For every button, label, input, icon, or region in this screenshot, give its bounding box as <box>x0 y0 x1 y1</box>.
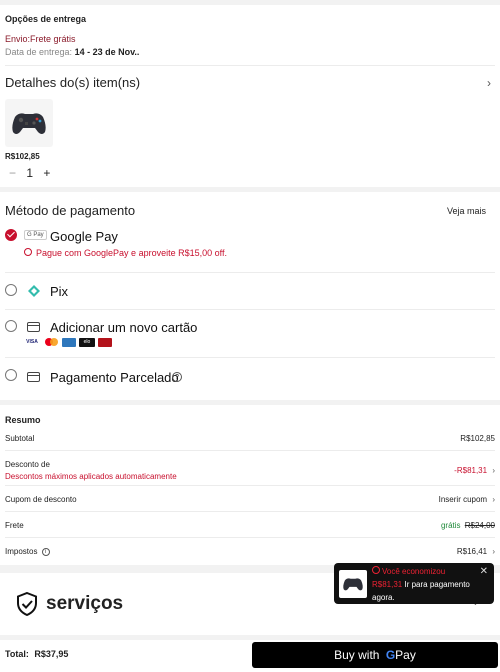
subtotal-label: Subtotal <box>5 434 35 443</box>
delivery-date-value: 14 - 23 de Nov.. <box>74 47 140 57</box>
decrease-button[interactable]: − <box>9 166 16 180</box>
delivery-title: Opções de entrega <box>5 14 87 24</box>
payment-title: Método de pagamento <box>5 203 136 218</box>
toast-title-text: Você economizou <box>382 567 446 576</box>
taxes-value: R$16,41 <box>456 547 488 556</box>
gamepad-icon <box>343 578 363 591</box>
coupon-label: Cupom de desconto <box>5 495 77 504</box>
chevron-right-icon: › <box>492 495 495 504</box>
buy-brand: Pay <box>395 648 416 662</box>
coupon-row[interactable]: Cupom de desconto Inserir cupom › <box>5 495 495 504</box>
total: Total: R$37,95 <box>5 649 68 659</box>
delivery-date: Data de entrega: 14 - 23 de Nov.. <box>5 47 139 57</box>
subtotal-row: Subtotal R$102,85 <box>5 434 495 443</box>
toast-message-text: Ir para pagamento <box>404 580 470 589</box>
credit-card-icon <box>27 372 40 382</box>
toast-amount: R$81,31 <box>372 580 403 589</box>
visa-icon: VISA <box>26 339 38 345</box>
shipping-row: Frete grátis R$24,00 <box>5 521 495 530</box>
services-title: serviços <box>46 593 124 614</box>
product-thumbnail <box>339 570 367 598</box>
shield-icon <box>16 591 38 621</box>
total-value: R$37,95 <box>34 649 69 659</box>
shipping-label: Frete <box>5 521 24 530</box>
discount-row[interactable]: Desconto de Descontos máximos aplicados … <box>5 460 495 481</box>
footer-bar: Total: R$37,95 Buy with GPay <box>0 640 500 672</box>
coupon-value: Inserir cupom <box>438 495 488 504</box>
buy-label: Buy with <box>334 648 380 662</box>
item-price: R$102,85 <box>5 152 40 161</box>
savings-toast[interactable]: Você economizou R$81,31 Ir para pagament… <box>334 563 494 604</box>
toast-message: R$81,31 Ir para pagamento agora. <box>372 578 484 604</box>
promo-info: Pague com GooglePay e aproveite R$15,00 … <box>24 248 227 258</box>
card-brands: VISA elo <box>24 338 112 347</box>
toast-message-line2: agora. <box>372 593 395 602</box>
payment-card: Método de pagamento Veja mais G Pay Goog… <box>0 192 500 400</box>
subtotal-value: R$102,85 <box>460 434 495 443</box>
quantity-value: 1 <box>26 166 34 180</box>
items-title: Detalhes do(s) item(ns) <box>5 75 141 90</box>
google-g-icon: G <box>385 648 396 662</box>
discount-value: -R$81,31 <box>454 466 488 475</box>
shipping-old-price: R$24,00 <box>464 521 495 530</box>
installments-label[interactable]: Pagamento Parcelado <box>50 370 179 385</box>
chevron-right-icon: › <box>492 466 495 475</box>
chevron-right-icon[interactable]: › <box>487 76 491 90</box>
pix-radio[interactable] <box>5 284 17 296</box>
new-card-radio[interactable] <box>5 320 17 332</box>
credit-card-icon <box>27 322 40 332</box>
pix-label[interactable]: Pix <box>50 284 68 299</box>
shipping-info: Envio:Frete grátis <box>5 34 76 44</box>
items-card: Detalhes do(s) item(ns) › R$102,85 − 1 + <box>0 67 500 187</box>
delivery-date-label: Data de entrega: <box>5 47 73 57</box>
pix-icon <box>28 284 40 302</box>
summary-card: Resumo Subtotal R$102,85 Desconto de Des… <box>0 405 500 565</box>
chevron-right-icon: › <box>492 547 495 556</box>
increase-button[interactable]: + <box>43 166 50 180</box>
googlepay-promo: Pague com GooglePay e aproveite R$15,00 … <box>36 248 227 258</box>
taxes-label: Impostos <box>5 547 38 556</box>
hipercard-icon <box>98 338 112 347</box>
info-icon[interactable]: i <box>41 547 50 556</box>
new-card-label[interactable]: Adicionar um novo cartão <box>50 320 197 335</box>
alert-icon <box>372 566 380 574</box>
product-image[interactable] <box>5 99 53 147</box>
discount-sub: Descontos máximos aplicados automaticame… <box>5 472 177 481</box>
googlepay-label[interactable]: Google Pay <box>50 229 118 244</box>
help-icon[interactable]: ? <box>172 372 182 382</box>
toast-title: Você economizou <box>372 566 445 576</box>
googlepay-radio[interactable] <box>5 229 17 241</box>
taxes-row[interactable]: Impostos i R$16,41 › <box>5 547 495 556</box>
shipping-free: grátis <box>440 521 461 530</box>
total-label: Total: <box>5 649 29 659</box>
see-more-link[interactable]: Veja mais <box>447 206 486 216</box>
mastercard-icon <box>43 338 59 346</box>
elo-icon: elo <box>79 338 95 347</box>
discount-label: Desconto de <box>5 460 50 469</box>
delivery-card: Opções de entrega Envio:Frete grátis Dat… <box>0 5 500 67</box>
close-icon[interactable]: ✕ <box>480 566 488 577</box>
tag-icon <box>24 248 32 256</box>
gamepad-icon <box>12 113 46 134</box>
summary-title: Resumo <box>5 415 41 425</box>
quantity-stepper: − 1 + <box>9 166 50 180</box>
installments-radio[interactable] <box>5 369 17 381</box>
buy-with-googlepay-button[interactable]: Buy with GPay <box>252 642 498 668</box>
googlepay-icon: G Pay <box>24 230 47 240</box>
amex-icon <box>62 338 76 347</box>
